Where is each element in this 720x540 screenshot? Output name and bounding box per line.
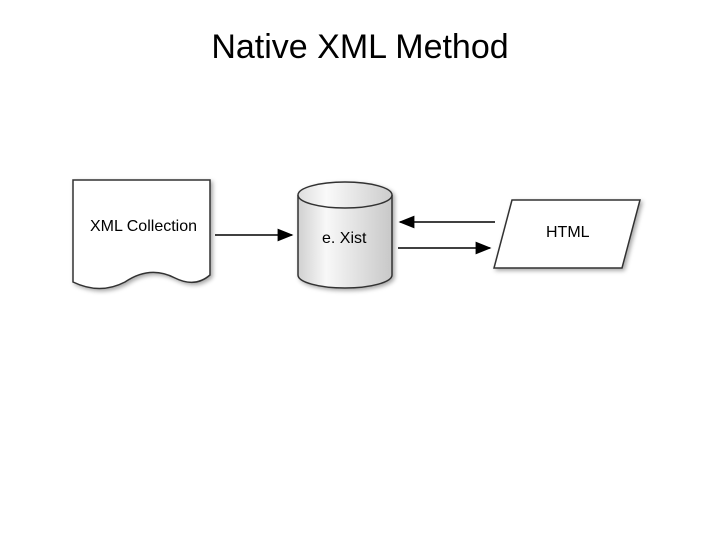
exist-label: e. Xist	[322, 230, 366, 248]
html-label: HTML	[546, 224, 590, 242]
diagram-canvas	[0, 0, 720, 540]
xml-collection-label: XML Collection	[90, 218, 197, 236]
